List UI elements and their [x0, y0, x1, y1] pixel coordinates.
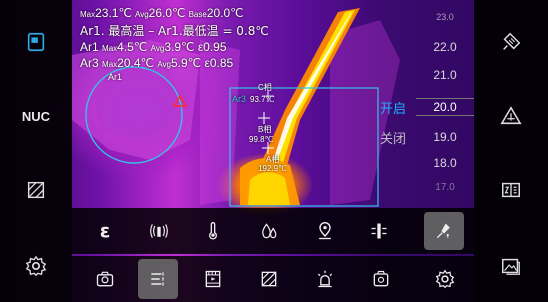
scale-value: 18.0	[433, 156, 457, 170]
toolbar-main	[72, 256, 474, 302]
compare-icon	[502, 182, 520, 198]
snapshot-button[interactable]	[362, 262, 400, 296]
settings-button[interactable]	[0, 246, 72, 286]
hatch-pattern-icon	[261, 271, 277, 287]
camera-button[interactable]	[86, 262, 124, 296]
point-a-value: 192.9℃	[258, 164, 288, 173]
stats-line-1: Max23.1℃ Avg26.0℃ Base20.0℃	[80, 6, 244, 20]
hatch-pattern-icon	[27, 181, 45, 199]
temperature-scale[interactable]: 23.0 22.0 21.0 20.0 19.0 18.0 17.0	[416, 10, 474, 208]
toggle-open-option[interactable]: 开启	[380, 98, 406, 117]
area-ar3-label: Ar3	[232, 94, 247, 104]
point-b-label: B相	[258, 125, 272, 134]
stats-line-3: Ar1 Max4.5℃ Avg3.9℃ ε0.95	[80, 40, 227, 54]
gallery-button[interactable]	[0, 22, 72, 62]
warning-triangle-icon	[500, 106, 522, 125]
pattern-button[interactable]	[0, 170, 72, 210]
tag-edit-icon	[503, 32, 521, 50]
thermometer-button[interactable]	[194, 214, 232, 248]
signal-icon	[150, 224, 168, 238]
thermometer-icon	[209, 222, 217, 240]
image-browse-button[interactable]	[474, 246, 548, 286]
scale-value: 22.0	[433, 40, 457, 54]
gear-icon	[25, 255, 47, 277]
toggle-close-option[interactable]: 关闭	[380, 128, 406, 147]
location-button[interactable]	[306, 214, 344, 248]
nuc-label: NUC	[21, 108, 51, 124]
area-ar1-circle	[85, 66, 183, 164]
video-button[interactable]	[194, 262, 232, 296]
isotherm-icon	[371, 223, 387, 239]
stats-line-4: Ar3 Max20.4℃ Avg5.9℃ ε0.85	[80, 56, 234, 70]
point-c-value: 93.7℃	[250, 95, 275, 104]
palette-pattern-button[interactable]	[250, 262, 288, 296]
emissivity-button[interactable]: ε	[86, 214, 124, 248]
scale-value: 23.0	[436, 12, 454, 22]
right-panel	[474, 0, 548, 302]
isotherm-button[interactable]	[360, 214, 398, 248]
nuc-button[interactable]: NUC	[0, 96, 72, 136]
scale-value-selected[interactable]: 20.0	[416, 98, 474, 116]
scale-value: 17.0	[435, 182, 455, 193]
edit-area-button[interactable]	[474, 22, 548, 62]
scale-value: 19.0	[433, 130, 457, 144]
humidity-button[interactable]	[250, 214, 288, 248]
temp-probe-button[interactable]	[424, 212, 464, 250]
toolbar-analysis: ε	[72, 208, 474, 254]
area-ar1-label: Ar1	[108, 72, 123, 82]
area-ar3-box	[229, 87, 379, 207]
analysis-menu-button[interactable]	[138, 259, 178, 299]
location-pin-icon	[319, 221, 331, 240]
image-icon	[502, 258, 520, 275]
probe-icon	[436, 223, 450, 239]
alarm-light-button[interactable]	[306, 262, 344, 296]
snapshot-icon	[373, 270, 389, 287]
signal-button[interactable]	[140, 214, 178, 248]
point-b-value: 99.8℃	[249, 135, 274, 144]
gear-icon	[435, 269, 455, 289]
alarm-button[interactable]	[474, 96, 548, 136]
point-c-label: C相	[258, 83, 272, 92]
stats-line-2: Ar1. 最高温 – Ar1.最低温 = 0.8℃	[80, 24, 269, 38]
left-panel: NUC	[0, 0, 72, 302]
droplets-icon	[262, 223, 277, 239]
alarm-light-icon	[317, 270, 333, 288]
scale-value: 21.0	[433, 68, 457, 82]
film-icon	[205, 270, 221, 288]
gallery-icon	[27, 32, 45, 52]
epsilon-icon: ε	[99, 220, 111, 242]
list-settings-icon	[151, 272, 164, 286]
compare-button[interactable]	[474, 170, 548, 210]
camera-icon	[96, 271, 114, 287]
settings-button[interactable]	[426, 262, 464, 296]
